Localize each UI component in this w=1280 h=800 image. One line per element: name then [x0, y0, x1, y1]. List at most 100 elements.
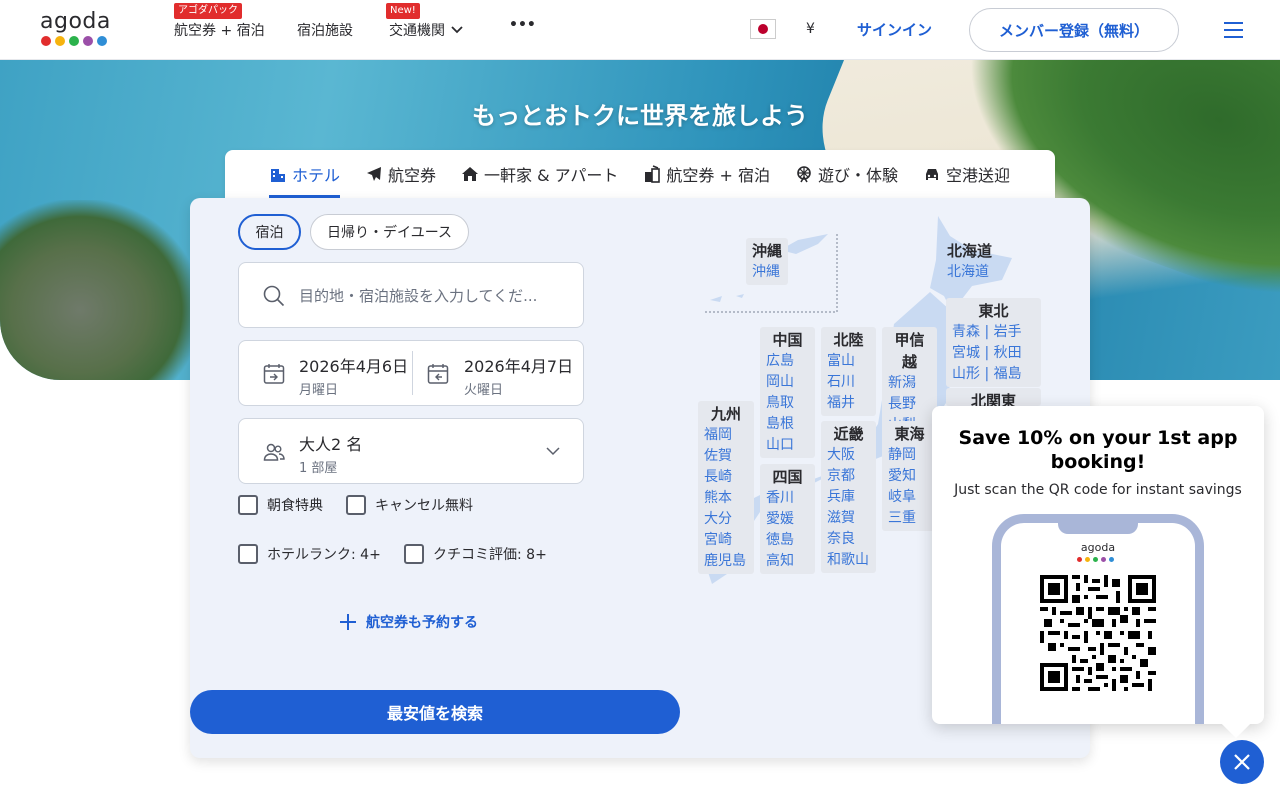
pref-link[interactable]: 福島: [994, 366, 1022, 382]
tab-packages[interactable]: 航空券 + 宿泊: [643, 150, 770, 198]
qr-code-icon: [1040, 575, 1156, 691]
pref-link[interactable]: 鳥取: [766, 393, 809, 414]
phone-frame: agoda: [992, 514, 1204, 724]
pref-link[interactable]: 石川: [827, 372, 870, 393]
filter-review-score[interactable]: クチコミ評価: 8+: [404, 544, 547, 564]
checkin-date-value: 2026年4月6日: [299, 357, 409, 376]
filter-breakfast[interactable]: 朝食特典: [238, 495, 323, 515]
pref-link[interactable]: 佐賀: [704, 446, 748, 467]
nav-accommodation[interactable]: 宿泊施設: [297, 20, 353, 40]
agoda-logo[interactable]: agoda: [40, 10, 114, 50]
pref-link[interactable]: 熊本: [704, 488, 748, 509]
map-region-kitakanto[interactable]: 北関東: [946, 388, 1041, 406]
region-name: 四国: [772, 468, 803, 486]
add-flight-button[interactable]: 航空券も予約する: [338, 612, 478, 632]
guests-value: 大人2 名: [299, 435, 363, 454]
pref-link[interactable]: 青森: [952, 324, 980, 340]
region-name: 北関東: [970, 392, 1016, 406]
tab-airport-transfer[interactable]: 空港送迎: [923, 150, 1010, 198]
close-icon: [1234, 754, 1250, 770]
more-menu-icon[interactable]: •••: [509, 17, 536, 33]
pref-link[interactable]: 香川: [766, 488, 809, 509]
stay-type-dayuse[interactable]: 日帰り・デイユース: [310, 214, 469, 250]
pref-link[interactable]: 愛知: [888, 466, 931, 487]
pref-link[interactable]: 北海道: [947, 262, 992, 283]
pref-link[interactable]: 大阪: [827, 445, 870, 466]
pref-link[interactable]: 奈良: [827, 529, 870, 550]
destination-field[interactable]: 目的地・宿泊施設を入力してくだ...: [238, 262, 584, 328]
nav-flight-hotel[interactable]: アゴダパック 航空券 + 宿泊: [174, 3, 265, 40]
product-tabs: ホテル 航空券 一軒家 & アパート 航空券 + 宿泊 遊び・体験 空港送迎: [225, 150, 1055, 198]
map-region-shikoku[interactable]: 四国 香川 愛媛 徳島 高知: [760, 464, 815, 574]
filter-free-cancel[interactable]: キャンセル無料: [346, 495, 473, 515]
pref-link[interactable]: 富山: [827, 351, 870, 372]
signin-link[interactable]: サインイン: [857, 19, 932, 40]
map-region-tohoku[interactable]: 東北 青森 | 岩手 宮城 | 秋田 山形 | 福島: [946, 298, 1041, 387]
pref-link[interactable]: 山形: [952, 366, 980, 382]
checkbox[interactable]: [238, 495, 258, 515]
pref-link[interactable]: 秋田: [994, 345, 1022, 361]
filter-label: ホテルランク: 4+: [267, 547, 381, 563]
nav-transport[interactable]: New! 交通機関: [386, 3, 463, 40]
pref-link[interactable]: 岩手: [994, 324, 1022, 340]
pref-link[interactable]: 島根: [766, 414, 809, 435]
close-popup-button[interactable]: [1220, 740, 1264, 784]
guests-field[interactable]: 大人2 名 1 部屋: [238, 418, 584, 484]
map-region-chugoku[interactable]: 中国 広島 岡山 鳥取 島根 山口: [760, 327, 815, 458]
search-button[interactable]: 最安値を検索: [190, 690, 680, 734]
region-name: 北海道: [947, 242, 993, 260]
checkbox[interactable]: [346, 495, 366, 515]
pref-link[interactable]: 徳島: [766, 530, 809, 551]
tab-label: 航空券 + 宿泊: [666, 166, 770, 185]
chevron-down-icon: [546, 447, 560, 456]
stay-type-overnight[interactable]: 宿泊: [238, 214, 301, 250]
tab-homes[interactable]: 一軒家 & アパート: [461, 150, 618, 198]
pref-link[interactable]: 長野: [888, 394, 931, 415]
hotel-icon: [271, 169, 285, 182]
tab-hotel[interactable]: ホテル: [269, 150, 341, 198]
currency-selector[interactable]: ¥: [806, 21, 815, 37]
map-region-hokkaido[interactable]: 北海道 北海道: [941, 238, 998, 285]
tab-flights[interactable]: 航空券: [365, 150, 436, 198]
plus-icon: [340, 614, 356, 630]
register-button[interactable]: メンバー登録（無料）: [969, 8, 1179, 52]
pref-link[interactable]: 福岡: [704, 425, 748, 446]
pref-link[interactable]: 兵庫: [827, 487, 870, 508]
house-icon: [462, 167, 479, 181]
pref-link[interactable]: 大分: [704, 509, 748, 530]
map-region-tokai[interactable]: 東海 静岡 愛知 岐阜 三重: [882, 421, 937, 531]
checkbox[interactable]: [238, 544, 258, 564]
pref-link[interactable]: 高知: [766, 551, 809, 572]
pref-link[interactable]: 岡山: [766, 372, 809, 393]
checkbox[interactable]: [404, 544, 424, 564]
map-region-kyushu[interactable]: 九州 福岡 佐賀 長崎 熊本 大分 宮崎 鹿児島: [698, 401, 754, 574]
map-region-hokuriku[interactable]: 北陸 富山 石川 福井: [821, 327, 876, 416]
checkout-date-value: 2026年4月7日: [464, 357, 574, 376]
package-icon: [645, 165, 661, 183]
checkout-date[interactable]: 2026年4月7日 火曜日: [413, 341, 584, 405]
pref-link[interactable]: 岐阜: [888, 487, 931, 508]
checkin-date[interactable]: 2026年4月6日 月曜日: [239, 341, 412, 405]
pref-link[interactable]: 静岡: [888, 445, 931, 466]
pref-link[interactable]: 愛媛: [766, 509, 809, 530]
pref-link[interactable]: 沖縄: [752, 262, 782, 283]
tab-activities[interactable]: 遊び・体験: [795, 150, 898, 198]
pref-link[interactable]: 福井: [827, 393, 870, 414]
filter-label: キャンセル無料: [375, 498, 473, 514]
pref-link[interactable]: 鹿児島: [704, 551, 748, 572]
pref-link[interactable]: 和歌山: [827, 550, 870, 571]
pref-link[interactable]: 宮崎: [704, 530, 748, 551]
pref-link[interactable]: 宮城: [952, 345, 980, 361]
pref-link[interactable]: 三重: [888, 508, 931, 529]
pref-link[interactable]: 滋賀: [827, 508, 870, 529]
pref-link[interactable]: 長崎: [704, 467, 748, 488]
pref-link[interactable]: 京都: [827, 466, 870, 487]
pref-link[interactable]: 山口: [766, 435, 809, 456]
pref-link[interactable]: 新潟: [888, 373, 931, 394]
hamburger-menu-icon[interactable]: [1224, 22, 1243, 38]
japan-flag-icon[interactable]: [750, 19, 776, 39]
pref-link[interactable]: 広島: [766, 351, 809, 372]
filter-hotel-rank[interactable]: ホテルランク: 4+: [238, 544, 381, 564]
map-region-kinki[interactable]: 近畿 大阪 京都 兵庫 滋賀 奈良 和歌山: [821, 421, 876, 573]
map-region-okinawa[interactable]: 沖縄 沖縄: [746, 238, 789, 285]
